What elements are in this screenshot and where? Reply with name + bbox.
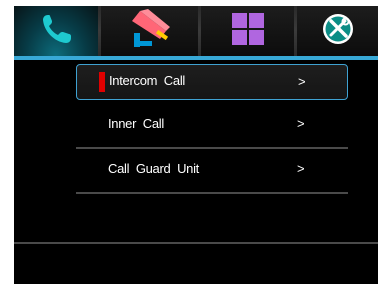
apps-grid-icon bbox=[228, 9, 268, 54]
chevron-right-icon: > bbox=[298, 74, 306, 89]
menu-item-inner-call[interactable]: Inner Call > bbox=[76, 104, 348, 149]
security-camera-icon bbox=[126, 7, 174, 56]
menu-item-label: Inner Call bbox=[108, 116, 164, 131]
tab-intercom[interactable] bbox=[14, 6, 98, 56]
menu-item-label: Call Guard Unit bbox=[108, 161, 199, 176]
tab-separator bbox=[294, 6, 297, 56]
tab-apps[interactable] bbox=[202, 6, 294, 56]
chevron-right-icon: > bbox=[297, 116, 305, 131]
settings-tools-icon bbox=[320, 11, 356, 52]
divider bbox=[14, 242, 378, 244]
chevron-right-icon: > bbox=[297, 161, 305, 176]
phone-icon bbox=[36, 11, 76, 52]
menu-item-call-guard-unit[interactable]: Call Guard Unit > bbox=[76, 149, 348, 194]
tab-separator bbox=[98, 6, 101, 56]
call-menu: Intercom Call > Inner Call > Call Guard … bbox=[76, 64, 348, 194]
selection-marker bbox=[99, 72, 105, 92]
device-screen: Intercom Call > Inner Call > Call Guard … bbox=[14, 6, 378, 284]
tab-underline bbox=[14, 56, 378, 60]
tab-separator bbox=[198, 6, 201, 56]
menu-item-intercom-call[interactable]: Intercom Call > bbox=[76, 64, 348, 100]
menu-item-label: Intercom Call bbox=[109, 73, 185, 88]
tab-monitor[interactable] bbox=[102, 6, 198, 56]
top-tab-bar bbox=[14, 6, 378, 56]
tab-settings[interactable] bbox=[298, 6, 378, 56]
